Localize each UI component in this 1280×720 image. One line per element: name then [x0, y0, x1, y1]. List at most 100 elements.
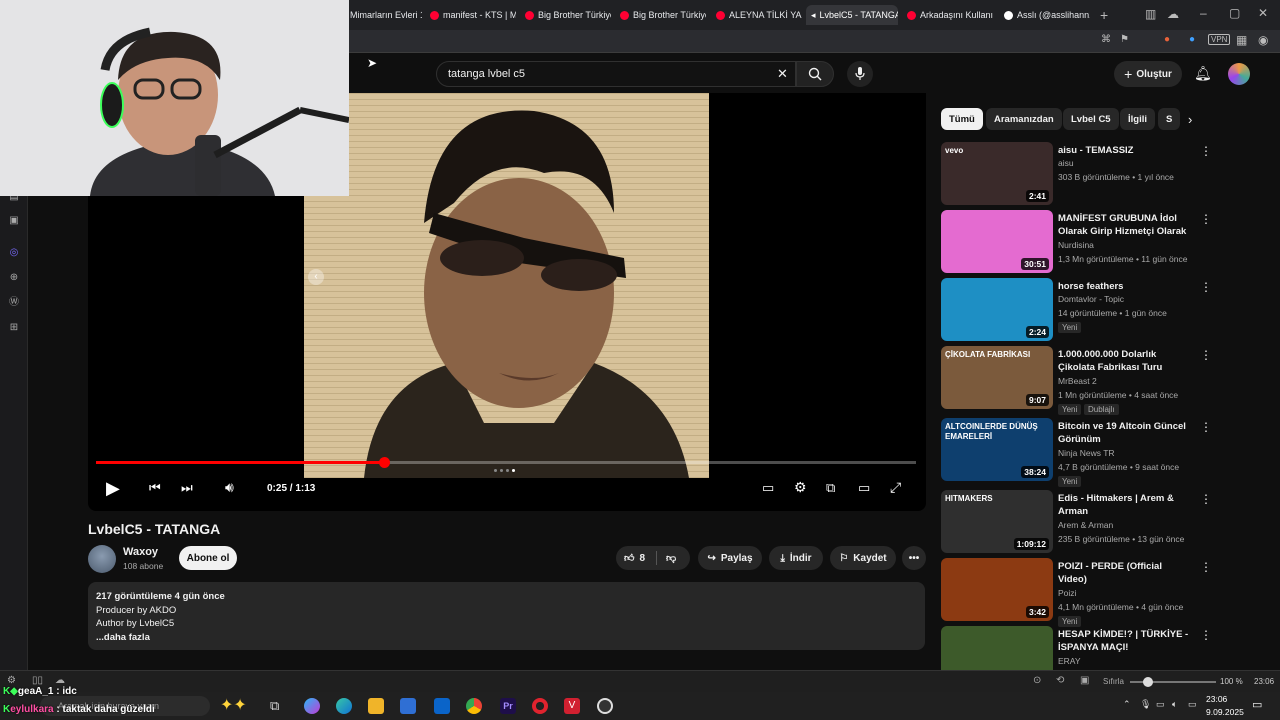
panel-icon[interactable]: ▯▯ [32, 675, 43, 686]
notifications-bell-icon[interactable]: 🔔︎ [1194, 65, 1212, 82]
volume-icon[interactable]: 🔊︎ [225, 479, 234, 496]
settings-gear-icon[interactable]: ⚙ [7, 675, 16, 686]
taskbar-date[interactable]: 9.09.2025 [1206, 707, 1244, 717]
chip-from-search[interactable]: Aramanızdan [986, 108, 1062, 130]
sync-icon[interactable]: ⟲ [1056, 675, 1064, 686]
recommendation-item[interactable]: HITMAKERS 1:09:12 Edis - Hitmakers | Arem … [941, 490, 1271, 554]
recommendation-channel[interactable]: Nurdisina [1058, 240, 1094, 250]
microphone-icon[interactable]: 🎙︎ [1140, 699, 1151, 710]
more-vertical-icon[interactable]: ⋮ [1200, 420, 1212, 434]
tab-6[interactable]: Arkadaşını Kullanıp [907, 5, 993, 25]
recommendation-thumbnail[interactable]: 3:42 [941, 558, 1053, 621]
more-vertical-icon[interactable]: ⋮ [1200, 492, 1212, 506]
recommendation-channel[interactable]: Poizi [1058, 588, 1076, 598]
like-icon[interactable]: 👍︎ [624, 552, 634, 564]
recommendation-title[interactable]: Bitcoin ve 19 Altcoin Güncel Görünüm [1058, 420, 1193, 446]
show-more-link[interactable]: ...daha fazla [96, 631, 917, 645]
edge-icon[interactable] [336, 698, 352, 714]
vpn-badge[interactable]: VPN [1208, 34, 1231, 45]
recommendation-thumbnail[interactable]: ALTCOINLERDE DÜNÜŞ EMARELERİ 38:24 [941, 418, 1053, 481]
sidebar-docs-icon[interactable]: ▣ [8, 215, 20, 227]
recommendation-title[interactable]: Edis - Hitmakers | Arem & Arman [1058, 492, 1193, 518]
trash-icon[interactable]: ▥ [1145, 7, 1156, 21]
tab-1[interactable]: manifest - KTS | Mu [430, 5, 516, 25]
more-vertical-icon[interactable]: ⋮ [1200, 144, 1212, 158]
sidebar-add-icon[interactable]: ⊞ [8, 322, 20, 334]
recommendation-title[interactable]: 1.000.000.000 Dolarlık Çikolata Fabrikas… [1058, 348, 1193, 374]
reset-zoom-label[interactable]: Sıfırla [1103, 677, 1124, 686]
chrome-icon[interactable] [466, 698, 482, 714]
chip-all[interactable]: Tümü [941, 108, 983, 130]
more-vertical-icon[interactable]: ⋮ [1200, 628, 1212, 642]
speaker-icon[interactable]: 🔈︎ [1172, 699, 1177, 710]
subscribe-button[interactable]: Abone ol [179, 546, 237, 570]
previous-icon[interactable]: ⏮︎ [149, 480, 161, 496]
recommendation-thumbnail[interactable]: 2:24 [941, 278, 1053, 341]
prev-frame-arrow-icon[interactable]: ‹ [308, 269, 324, 285]
bookmark-icon[interactable]: ⚑ [1120, 34, 1129, 45]
recommendation-channel[interactable]: Arem & Arman [1058, 520, 1113, 530]
dislike-icon[interactable]: 👎︎ [666, 552, 676, 564]
tray-chevron-icon[interactable]: ⌃ [1123, 699, 1131, 710]
maximize-button[interactable]: ▢ [1229, 6, 1240, 20]
task-view-icon[interactable]: ⧉ [270, 698, 286, 714]
video-frame[interactable] [304, 93, 709, 478]
tab-4[interactable]: ALEYNA TİLKİ YALAN [716, 5, 802, 25]
recommendation-channel[interactable]: Ninja News TR [1058, 448, 1115, 458]
opera-icon[interactable] [532, 698, 548, 714]
more-vertical-icon[interactable]: ⋮ [1200, 280, 1212, 294]
copilot-icon[interactable] [304, 698, 320, 714]
vivaldi-icon[interactable]: V [564, 698, 580, 714]
next-icon[interactable]: ⏭︎ [181, 480, 193, 496]
recommendation-item[interactable]: vevo 2:41 aisu - TEMASSIZ aisu 303 B görüntü… [941, 142, 1271, 206]
recommendation-thumbnail[interactable]: 30:51 [941, 210, 1053, 273]
search-input[interactable]: tatanga lvbel c5 [448, 68, 525, 80]
like-count[interactable]: 8 [639, 553, 645, 564]
outlook-icon[interactable] [434, 698, 450, 714]
recommendation-channel[interactable]: Domtavlor - Topic [1058, 294, 1124, 304]
translate-icon[interactable]: ⌘ [1101, 34, 1111, 45]
recommendation-item[interactable]: 2:24 horse feathers Domtavlor - Topic 14 gö… [941, 278, 1271, 342]
taskbar-time[interactable]: 23:06 [1206, 694, 1227, 704]
extension-icon[interactable]: ● [1164, 34, 1170, 45]
network-icon[interactable]: ▭ [1156, 699, 1165, 710]
settings-gear-icon[interactable]: ⚙ [794, 479, 807, 496]
recommendation-channel[interactable]: aisu [1058, 158, 1074, 168]
chip-lvbel-c5[interactable]: Lvbel C5 [1063, 108, 1119, 130]
chips-next-chevron-icon[interactable]: › [1188, 112, 1192, 127]
save-button[interactable]: ⚐ Kaydet [830, 546, 896, 570]
search-button[interactable] [796, 61, 834, 87]
chip-truncated[interactable]: S [1158, 108, 1180, 130]
recommendation-thumbnail[interactable]: vevo 2:41 [941, 142, 1053, 205]
menu-icon[interactable]: ▦ [1236, 33, 1247, 47]
notification-icon[interactable]: ▭ [1252, 698, 1262, 711]
extension-icon[interactable]: ● [1189, 34, 1195, 45]
new-tab-button[interactable]: + [1100, 7, 1108, 23]
tab-5-active[interactable]: ◂ LvbelC5 - TATANGA [806, 5, 898, 25]
sidebar-whatsapp-icon[interactable]: Ⓦ [8, 297, 20, 309]
zoom-slider-knob[interactable] [1143, 677, 1153, 687]
obs-icon[interactable] [597, 698, 613, 714]
tab-0[interactable]: Mimarların Evleri 1. [350, 5, 422, 25]
file-explorer-icon[interactable] [368, 698, 384, 714]
copilot-sparkle-icon[interactable]: ✦✦ [220, 695, 247, 715]
tab-3[interactable]: Big Brother Türkiye [620, 5, 706, 25]
theater-mode-icon[interactable]: ▭ [858, 480, 870, 496]
recommendation-title[interactable]: horse feathers [1058, 280, 1193, 293]
search-box[interactable]: tatanga lvbel c5 ✕ [436, 61, 796, 87]
close-window-button[interactable]: ✕ [1258, 6, 1268, 20]
sidebar-messenger-icon[interactable]: ◎ [8, 247, 20, 259]
miniplayer-icon[interactable]: ⧉ [826, 480, 835, 496]
account-avatar[interactable] [1228, 63, 1250, 85]
recommendation-channel[interactable]: ERAY [1058, 656, 1081, 666]
minimize-button[interactable]: – [1200, 6, 1207, 20]
recommendation-item[interactable]: ÇİKOLATA FABRİKASI 9:07 1.000.000.000 Dola… [941, 346, 1271, 415]
sidebar-globe-icon[interactable]: ⊕ [8, 272, 20, 284]
more-vertical-icon[interactable]: ⋮ [1200, 348, 1212, 362]
chip-related[interactable]: İlgili [1120, 108, 1155, 130]
calculator-icon[interactable] [400, 698, 416, 714]
battery-icon[interactable]: ▭ [1188, 699, 1197, 710]
premiere-pro-icon[interactable]: Pr [500, 698, 516, 714]
image-icon[interactable]: ▣ [1080, 675, 1089, 686]
create-button[interactable]: + Oluştur [1114, 61, 1182, 87]
